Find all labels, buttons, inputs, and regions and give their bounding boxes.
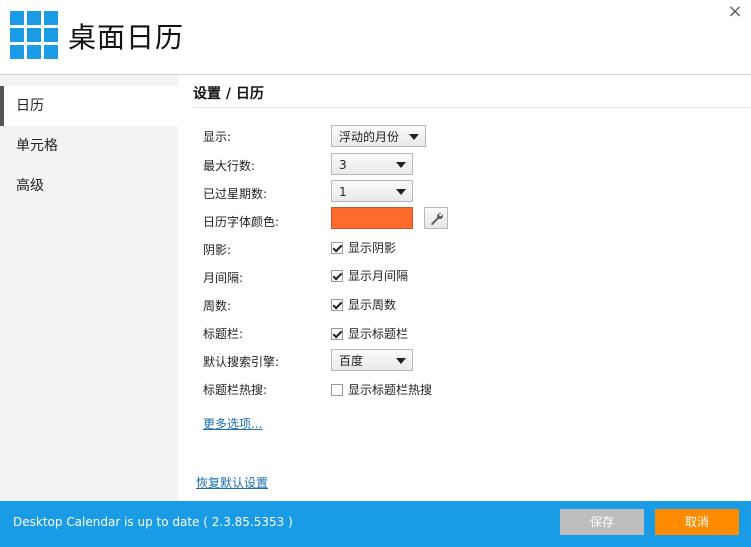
- shadow-checkbox[interactable]: 显示阴影: [331, 239, 396, 256]
- font-color-swatch[interactable]: [331, 207, 413, 229]
- search-engine-select-value: 百度: [339, 354, 364, 368]
- sidebar-item-cell[interactable]: 单元格: [0, 126, 178, 166]
- app-logo-grid-icon: [10, 11, 58, 59]
- display-select-value: 浮动的月份: [339, 130, 400, 144]
- title-hot-check-label: 显示标题栏热搜: [348, 383, 433, 397]
- update-status: Desktop Calendar is up to date ( 2.3.85.…: [13, 515, 293, 529]
- max-rows-select[interactable]: 3: [331, 153, 413, 175]
- checkmark-icon: [331, 269, 343, 282]
- week-number-label: 周数:: [203, 299, 232, 313]
- cancel-button[interactable]: 取消: [655, 509, 739, 535]
- display-select[interactable]: 浮动的月份: [331, 125, 426, 147]
- sidebar-item-label: 高级: [16, 178, 44, 194]
- divider: [193, 107, 751, 108]
- sidebar-item-label: 日历: [16, 98, 44, 114]
- title-bar-checkbox[interactable]: 显示标题栏: [331, 325, 408, 342]
- chevron-down-icon: [396, 189, 406, 195]
- week-number-checkbox[interactable]: 显示周数: [331, 296, 396, 313]
- sidebar: 日历 单元格 高级: [0, 75, 178, 501]
- month-gap-label: 月间隔:: [203, 271, 244, 285]
- month-gap-checkbox[interactable]: 显示月间隔: [331, 267, 408, 284]
- week-number-check-label: 显示周数: [348, 298, 397, 312]
- past-weeks-select-value: 1: [339, 185, 347, 199]
- sidebar-item-label: 单元格: [16, 138, 58, 154]
- title-bar-check-label: 显示标题栏: [348, 327, 409, 341]
- title-hot-label: 标题栏热搜:: [203, 383, 268, 397]
- title-hot-checkbox[interactable]: 显示标题栏热搜: [331, 381, 432, 398]
- save-button[interactable]: 保存: [560, 509, 644, 535]
- font-color-label: 日历字体颜色:: [203, 215, 280, 229]
- app-header: 桌面日历 ×: [0, 0, 751, 75]
- app-title: 桌面日历: [68, 21, 185, 54]
- restore-defaults-link[interactable]: 恢复默认设置: [196, 474, 268, 491]
- max-rows-select-value: 3: [339, 158, 347, 172]
- title-bar-label: 标题栏:: [203, 327, 244, 341]
- more-options-link[interactable]: 更多选项...: [203, 415, 262, 432]
- past-weeks-select[interactable]: 1: [331, 180, 413, 202]
- checkmark-icon: [331, 241, 343, 254]
- month-gap-check-label: 显示月间隔: [348, 269, 409, 283]
- shadow-label: 阴影:: [203, 243, 232, 257]
- checkmark-icon: [331, 298, 343, 311]
- past-weeks-label: 已过星期数:: [203, 187, 268, 201]
- chevron-down-icon: [396, 162, 406, 168]
- wrench-icon: [431, 213, 444, 225]
- footer-bar: Desktop Calendar is up to date ( 2.3.85.…: [0, 501, 751, 547]
- display-label: 显示:: [203, 130, 232, 144]
- color-picker-button[interactable]: [424, 207, 448, 229]
- checkmark-icon: [331, 327, 343, 340]
- close-icon[interactable]: ×: [727, 3, 743, 21]
- chevron-down-icon: [396, 358, 406, 364]
- settings-panel: 设置 / 日历 显示: 浮动的月份 最大行数: 3 已过星期数: 1 日历字体颜…: [178, 75, 751, 501]
- shadow-check-label: 显示阴影: [348, 241, 397, 255]
- sidebar-item-calendar[interactable]: 日历: [0, 86, 178, 126]
- checkbox-empty-icon: [331, 383, 343, 396]
- search-engine-label: 默认搜索引擎:: [203, 355, 280, 369]
- max-rows-label: 最大行数:: [203, 159, 256, 173]
- search-engine-select[interactable]: 百度: [331, 349, 413, 371]
- chevron-down-icon: [409, 134, 419, 140]
- section-title: 设置 / 日历: [193, 86, 264, 102]
- sidebar-item-advanced[interactable]: 高级: [0, 166, 178, 206]
